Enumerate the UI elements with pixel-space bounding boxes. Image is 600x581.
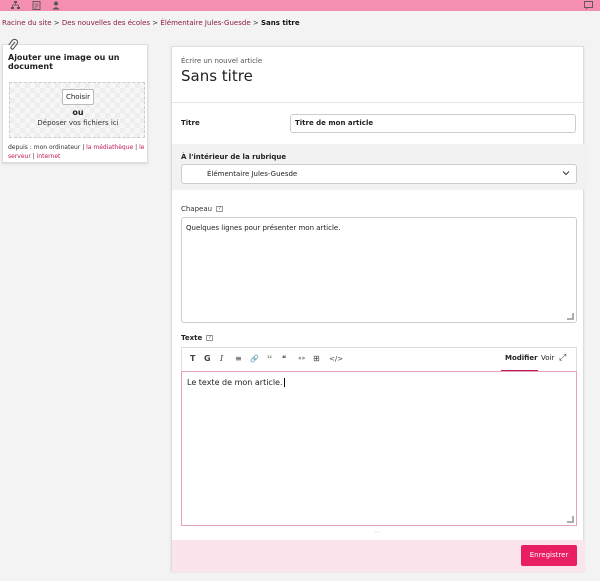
user-add-icon[interactable]: [52, 1, 61, 10]
bold-button[interactable]: G: [204, 354, 211, 364]
chapeau-label-text: Chapeau: [181, 205, 213, 213]
titre-label: Titre: [181, 119, 200, 127]
upload-title: Ajouter une image ou un document: [8, 53, 120, 71]
breadcrumb-link-school[interactable]: Élémentaire Jules-Guesde: [160, 19, 250, 27]
source-computer[interactable]: mon ordinateur: [34, 144, 81, 151]
resize-grip-icon[interactable]: [567, 516, 574, 523]
italic-button[interactable]: I: [220, 354, 223, 364]
code-button[interactable]: </>: [329, 354, 343, 364]
page-title: Sans titre: [181, 67, 253, 85]
resize-grip-icon[interactable]: [567, 313, 574, 320]
sitemap-icon[interactable]: [11, 1, 20, 10]
help-icon[interactable]: ?: [216, 206, 224, 212]
breadcrumb-link-news[interactable]: Des nouvelles des écoles: [62, 19, 150, 27]
chapeau-label: Chapeau?: [181, 205, 224, 213]
chapeau-textarea[interactable]: Quelques lignes pour présenter mon artic…: [181, 217, 577, 323]
choose-file-button[interactable]: Choisir: [62, 89, 94, 105]
form-footer: Enregistrer: [172, 540, 585, 572]
breadcrumb-separator: >: [152, 19, 159, 27]
upload-sources-prefix: depuis :: [8, 144, 32, 151]
breadcrumb-link-root[interactable]: Racine du site: [2, 19, 52, 27]
dropzone-hint: Déposer vos fichiers ici: [37, 119, 119, 127]
fullscreen-icon[interactable]: ⤢: [559, 353, 566, 363]
text-caret: [283, 378, 285, 387]
dropzone-or: ou: [72, 108, 84, 117]
upload-sources: depuis : mon ordinateur | la médiathèque…: [8, 144, 145, 160]
heading-button[interactable]: T: [190, 354, 195, 364]
quote-button[interactable]: ❝: [282, 354, 286, 364]
form-subtitle: Écrire un nouvel article: [181, 57, 263, 65]
link-icon[interactable]: 🔗: [250, 354, 259, 364]
chapeau-text: Quelques lignes pour présenter mon artic…: [186, 224, 341, 232]
source-internet[interactable]: internet: [37, 153, 61, 160]
editor-toolbar: T G I ≡ 🔗 ¹² ❝ «» ⊞ </> Modifier Voir ⤢: [181, 347, 577, 372]
paperclip-icon: [8, 38, 18, 54]
help-icon[interactable]: ?: [206, 335, 214, 341]
divider: [172, 102, 585, 103]
guillemets-button[interactable]: «»: [298, 354, 305, 364]
tab-modifier[interactable]: Modifier: [505, 354, 538, 362]
drag-handle-icon[interactable]: ⋯: [374, 529, 380, 536]
chat-icon[interactable]: [584, 1, 593, 10]
chevron-down-icon: [562, 169, 570, 179]
texte-text: Le texte de mon article.: [187, 378, 283, 387]
rubrique-select[interactable]: Élémentaire Jules-Guesde: [181, 164, 577, 184]
rubrique-selected: Élémentaire Jules-Guesde: [207, 170, 298, 178]
footnote-button[interactable]: ¹²: [267, 354, 272, 364]
rubrique-label: À l'intérieur de la rubrique: [181, 153, 287, 161]
article-form: Écrire un nouvel article Sans titre Titr…: [171, 46, 585, 572]
breadcrumb: Racine du site > Des nouvelles des école…: [2, 19, 300, 27]
upload-panel: Ajouter une image ou un document Choisir…: [2, 38, 148, 163]
list-button[interactable]: ≡: [235, 354, 242, 364]
save-button[interactable]: Enregistrer: [521, 545, 577, 566]
file-dropzone[interactable]: Choisir ou Déposer vos fichiers ici: [9, 82, 145, 138]
table-button[interactable]: ⊞: [313, 354, 320, 364]
texte-textarea[interactable]: Le texte de mon article.: [181, 371, 577, 526]
tab-voir[interactable]: Voir: [541, 354, 554, 362]
breadcrumb-current: Sans titre: [260, 19, 300, 27]
breadcrumb-separator: >: [252, 19, 259, 27]
document-icon[interactable]: [32, 1, 41, 10]
top-bar: [0, 0, 600, 11]
breadcrumb-separator: >: [53, 19, 60, 27]
titre-input[interactable]: Titre de mon article: [290, 114, 576, 133]
texte-label-text: Texte: [181, 334, 203, 342]
texte-label: Texte?: [181, 334, 214, 342]
source-mediatheque[interactable]: la médiathèque: [86, 144, 133, 151]
